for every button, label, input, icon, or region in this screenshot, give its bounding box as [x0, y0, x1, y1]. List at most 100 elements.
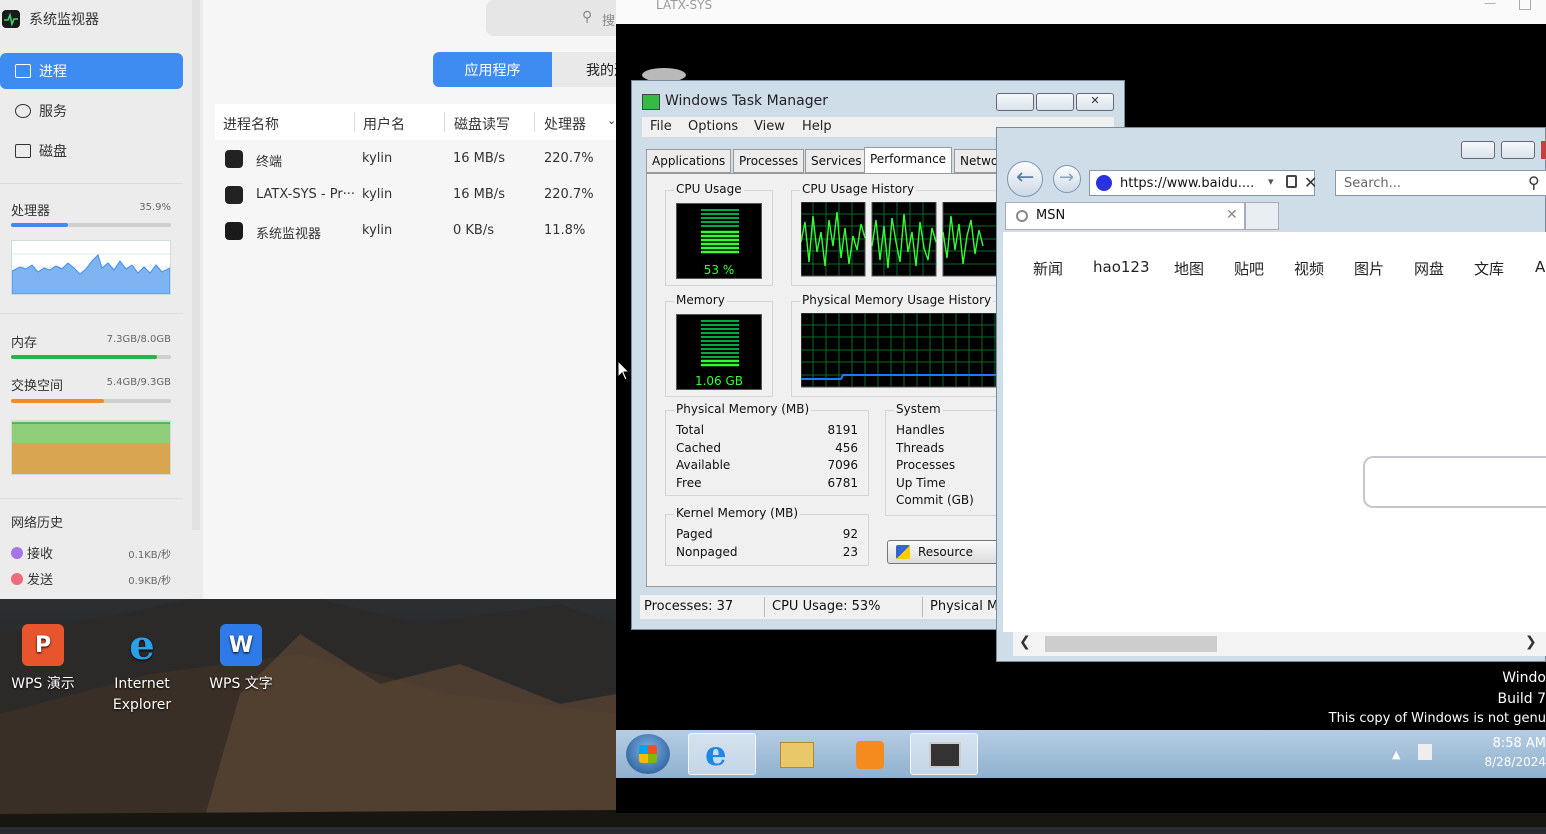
menu-file[interactable]: File	[650, 119, 672, 134]
tab-applications[interactable]: 应用程序	[433, 52, 552, 87]
web-page[interactable]: 新闻 hao123 地图 贴吧 视频 图片 网盘 文库 A	[1003, 232, 1546, 632]
menu-help[interactable]: Help	[802, 119, 832, 134]
dropdown-icon[interactable]: ▾	[1268, 175, 1274, 188]
stat-value: 8191	[827, 423, 858, 437]
back-button[interactable]: ←	[1007, 161, 1043, 197]
minimize-button[interactable]	[1461, 141, 1495, 159]
desktop-icon-wps-writer[interactable]: W WPS 文字	[201, 624, 281, 695]
forward-button[interactable]: →	[1053, 165, 1081, 193]
cpu-meter-bars	[701, 209, 739, 254]
loading-icon	[1016, 210, 1028, 222]
column-header-name[interactable]: 进程名称	[223, 114, 279, 134]
sidebar-item-disks[interactable]: 磁盘	[0, 133, 183, 169]
table-row[interactable]: LATX-SYS - Pr··· kylin 16 MB/s 220.7%	[215, 177, 616, 213]
desktop-icon-internet-explorer[interactable]: e Internet Explorer	[102, 624, 182, 716]
tab-applications[interactable]: Applications	[646, 149, 732, 173]
close-tab-icon[interactable]: ✕	[1226, 207, 1238, 223]
terminal-icon	[225, 150, 243, 168]
nav-link[interactable]: 图片	[1354, 258, 1384, 279]
scroll-right-icon[interactable]: ❯	[1525, 634, 1537, 650]
maximize-button[interactable]	[1036, 93, 1074, 111]
status-cpu: CPU Usage: 53%	[772, 599, 881, 614]
stat-label: Processes	[896, 458, 956, 472]
nav-link[interactable]: 地图	[1174, 258, 1204, 279]
close-button[interactable]: ✕	[1076, 93, 1114, 111]
mouse-cursor-icon	[617, 360, 631, 381]
process-name: 系统监视器	[256, 227, 322, 242]
process-user: kylin	[362, 223, 393, 238]
divider	[0, 313, 183, 314]
taskbar-explorer[interactable]	[762, 733, 830, 775]
stop-icon[interactable]: ✕	[1304, 173, 1317, 192]
menu-view[interactable]: View	[754, 119, 785, 134]
memory-value: 7.3GB/8.0GB	[106, 334, 171, 345]
nav-link[interactable]: 视频	[1294, 258, 1324, 279]
search-icon[interactable]: ⚲	[1528, 173, 1540, 192]
table-row[interactable]: 终端 kylin 16 MB/s 220.7%	[215, 141, 616, 177]
tab-performance[interactable]: Performance	[864, 147, 953, 173]
nav-link[interactable]: 文库	[1474, 258, 1504, 279]
menu-options[interactable]: Options	[688, 119, 738, 134]
nav-link[interactable]: hao123	[1093, 258, 1150, 276]
scroll-left-icon[interactable]: ❮	[1019, 634, 1031, 650]
cpu-usage-label: CPU Usage	[674, 182, 744, 196]
sort-chevron-down-icon[interactable]: ⌄	[607, 114, 616, 127]
minimize-icon[interactable]: —	[1484, 0, 1496, 10]
tab-processes[interactable]: Processes	[733, 149, 805, 173]
lock-icon[interactable]	[1286, 175, 1297, 188]
show-hidden-icons[interactable]: ▲	[1392, 748, 1400, 761]
vm-title: LATX-SYS	[656, 0, 713, 12]
browser-tab[interactable]: MSN ✕	[1005, 202, 1245, 230]
volume-muted-icon[interactable]	[1418, 744, 1432, 760]
tab-title: MSN	[1036, 208, 1066, 223]
ie-icon: e	[129, 621, 155, 669]
baidu-search-input[interactable]	[1363, 456, 1546, 508]
tab-services[interactable]: Services	[805, 149, 868, 173]
memory-history-graph	[11, 420, 171, 475]
swap-label: 交换空间	[11, 379, 64, 394]
internet-explorer-window[interactable]: ← → https://www.baidu.... ▾ ✕ Search... …	[996, 127, 1546, 662]
table-row[interactable]: 系统监视器 kylin 0 KB/s 11.8%	[215, 213, 616, 249]
search-placeholder: 搜	[602, 14, 616, 29]
horizontal-scrollbar[interactable]: ❮ ❯	[1013, 632, 1546, 656]
cpu-history-label: CPU Usage History	[800, 182, 917, 196]
desktop-icon-wps-presentation[interactable]: P WPS 演示	[3, 624, 83, 695]
stat-value: 456	[835, 441, 858, 455]
address-bar[interactable]: https://www.baidu.... ▾ ✕	[1089, 170, 1317, 196]
stat-label: Free	[676, 476, 702, 490]
column-header-cpu[interactable]: 处理器	[544, 114, 586, 134]
vm-display[interactable]: LATX-SYS — Windows Task Manager ✕ File O…	[616, 0, 1546, 813]
nav-link[interactable]: 贴吧	[1234, 258, 1264, 279]
nav-link[interactable]: 网盘	[1414, 258, 1444, 279]
minimize-button[interactable]	[996, 93, 1034, 111]
maximize-icon[interactable]	[1519, 0, 1531, 10]
start-button[interactable]	[626, 734, 670, 774]
scroll-thumb[interactable]	[1045, 636, 1217, 652]
sidebar-item-services[interactable]: 服务	[0, 93, 183, 129]
new-tab-button[interactable]	[1245, 202, 1279, 230]
search-box[interactable]: Search... ⚲	[1335, 170, 1546, 196]
stat-label: Available	[676, 458, 731, 472]
send-label: 发送	[27, 573, 54, 588]
nav-link[interactable]: A	[1535, 258, 1545, 276]
nav-link[interactable]: 新闻	[1033, 258, 1063, 279]
maximize-button[interactable]	[1501, 141, 1535, 159]
column-header-disk[interactable]: 磁盘读写	[454, 114, 510, 134]
clock[interactable]: 8:58 AM 8/28/2024	[1468, 736, 1546, 769]
watermark-line: Windo	[1502, 670, 1546, 686]
swap-usage-bar	[11, 399, 171, 403]
sidebar-item-processes[interactable]: 进程	[0, 53, 183, 89]
folder-icon	[780, 742, 814, 768]
search-input[interactable]: ⚲ 搜	[486, 0, 626, 36]
taskbar-internet-explorer[interactable]: e	[688, 733, 756, 775]
divider	[922, 597, 923, 617]
stat-label: Nonpaged	[676, 545, 738, 559]
upload-icon	[11, 572, 23, 585]
taskbar-media-player[interactable]	[836, 733, 904, 775]
tab-my-processes[interactable]: 我的进	[552, 52, 616, 87]
sidebar-scrollbar[interactable]	[192, 0, 200, 530]
stat-value: 23	[842, 545, 858, 559]
column-header-user[interactable]: 用户名	[363, 114, 405, 134]
close-button[interactable]	[1541, 141, 1546, 159]
taskbar-task-manager[interactable]	[910, 733, 978, 775]
